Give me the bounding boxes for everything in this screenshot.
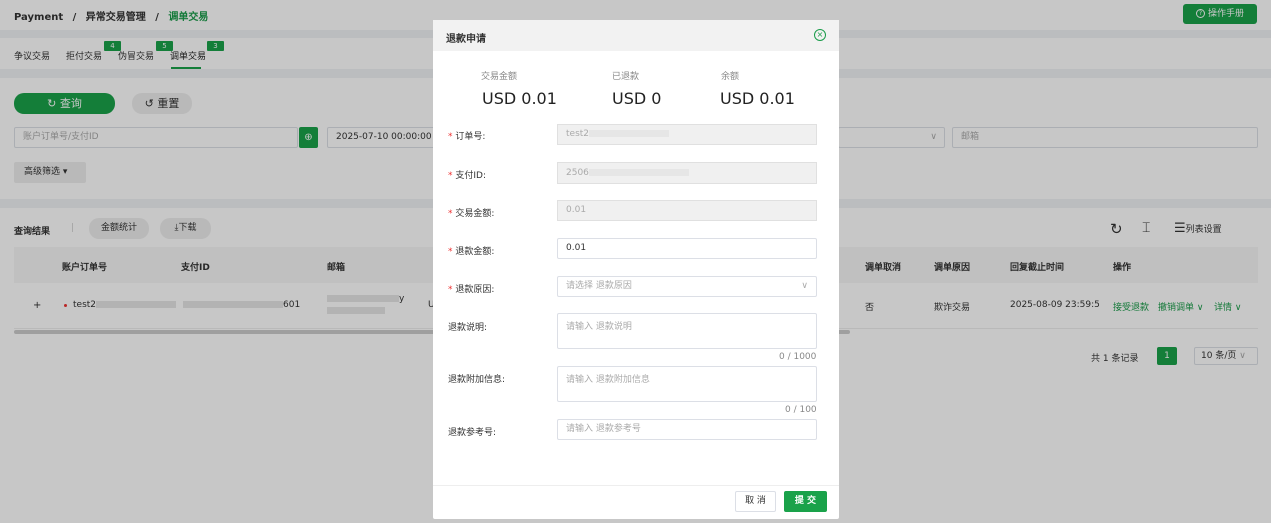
refund-dialog: 退款申请 × 交易金额 USD 0.01 已退款 USD 0 余额 USD 0.… (433, 20, 839, 519)
summary-label: 已退款 (612, 72, 640, 82)
summary-value: USD 0.01 (482, 89, 557, 108)
refund-ref-label: 退款参考号: (448, 428, 497, 438)
close-icon[interactable]: × (814, 29, 826, 41)
refund-reason-select[interactable]: 请选择 退款原因 ∨ (557, 276, 817, 297)
refund-desc-label: 退款说明: (448, 323, 488, 333)
submit-button[interactable]: 提 交 (784, 491, 827, 512)
summary-value: USD 0.01 (720, 89, 795, 108)
extra-char-count: 0 / 100 (785, 405, 817, 415)
desc-char-count: 0 / 1000 (779, 352, 817, 362)
refund-extra-label: 退款附加信息: (448, 375, 506, 385)
dialog-footer-divider (433, 485, 839, 486)
summary-value: USD 0 (612, 89, 662, 108)
refund-extra-textarea[interactable]: 请输入 退款附加信息 (557, 366, 817, 402)
refund-amount-label: * 退款金额: (448, 247, 495, 257)
refund-ref-input[interactable]: 请输入 退款参考号 (557, 419, 817, 440)
refund-amount-input[interactable]: 0.01 (557, 238, 817, 259)
amount-field: 0.01 (557, 200, 817, 221)
cancel-button[interactable]: 取 消 (735, 491, 776, 512)
summary-label: 交易金额 (481, 72, 518, 82)
refund-desc-textarea[interactable]: 请输入 退款说明 (557, 313, 817, 349)
payid-field: 2506 (557, 162, 817, 184)
order-label: * 订单号: (448, 132, 486, 142)
order-field: test2 (557, 124, 817, 145)
chevron-down-icon: ∨ (801, 281, 808, 291)
dialog-title: 退款申请 (446, 34, 486, 45)
refund-reason-label: * 退款原因: (448, 285, 495, 295)
summary-label: 余额 (721, 72, 740, 82)
amount-label: * 交易金额: (448, 209, 495, 219)
dialog-header: 退款申请 × (433, 20, 839, 51)
payid-label: * 支付ID: (448, 171, 486, 181)
